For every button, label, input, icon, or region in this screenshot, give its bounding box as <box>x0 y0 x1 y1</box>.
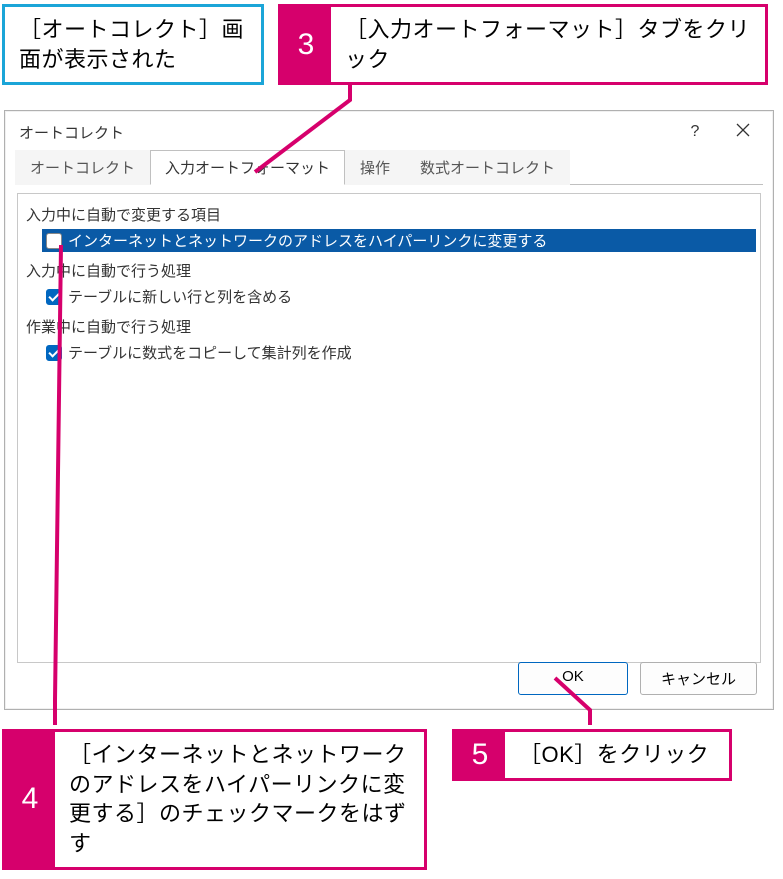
option-table-rows-label: テーブルに新しい行と列を含める <box>68 286 292 307</box>
close-icon <box>736 123 750 142</box>
callout-info: ［オートコレクト］画面が表示された <box>2 4 264 85</box>
checkbox-formulas[interactable] <box>46 345 62 361</box>
titlebar: オートコレクト ? <box>5 111 773 153</box>
callout-step-5-text: ［OK］をクリック <box>505 732 723 778</box>
callout-info-text: ［オートコレクト］画面が表示された <box>5 7 261 82</box>
ok-button[interactable]: OK <box>518 662 628 695</box>
option-hyperlink-label: インターネットとネットワークのアドレスをハイパーリンクに変更する <box>68 230 547 251</box>
autocorrect-dialog: オートコレクト ? オートコレクト 入力オートフォーマット 操作 数式オートコレ… <box>4 110 774 710</box>
option-table-rows-row[interactable]: テーブルに新しい行と列を含める <box>42 285 756 308</box>
cancel-button[interactable]: キャンセル <box>640 662 757 695</box>
dialog-title: オートコレクト <box>19 122 671 143</box>
callout-step-3-number: 3 <box>281 7 331 82</box>
options-panel: 入力中に自動で変更する項目 インターネットとネットワークのアドレスをハイパーリン… <box>17 193 761 663</box>
tab-math-autocorrect[interactable]: 数式オートコレクト <box>405 150 570 185</box>
option-hyperlink-row[interactable]: インターネットとネットワークのアドレスをハイパーリンクに変更する <box>42 229 756 252</box>
tab-actions[interactable]: 操作 <box>345 150 405 185</box>
tab-autocorrect[interactable]: オートコレクト <box>15 150 150 185</box>
callout-step-3: 3 ［入力オートフォーマット］タブをクリック <box>278 4 768 85</box>
checkbox-table-rows[interactable] <box>46 289 62 305</box>
tab-strip: オートコレクト 入力オートフォーマット 操作 数式オートコレクト <box>5 153 773 185</box>
callout-step-4-text: ［インターネットとネットワークのアドレスをハイパーリンクに変更する］のチェックマ… <box>55 732 424 867</box>
group-replace-label: 入力中に自動で変更する項目 <box>22 202 756 227</box>
callout-step-4: 4 ［インターネットとネットワークのアドレスをハイパーリンクに変更する］のチェッ… <box>2 729 427 870</box>
option-formulas-row[interactable]: テーブルに数式をコピーして集計列を作成 <box>42 341 756 364</box>
callout-step-5: 5 ［OK］をクリック <box>452 729 732 781</box>
dialog-button-row: OK キャンセル <box>518 662 757 695</box>
group-apply-label: 入力中に自動で行う処理 <box>22 258 756 283</box>
group-working-label: 作業中に自動で行う処理 <box>22 314 756 339</box>
help-button[interactable]: ? <box>671 115 719 149</box>
callout-step-5-number: 5 <box>455 732 505 778</box>
close-button[interactable] <box>719 115 767 149</box>
callout-step-3-text: ［入力オートフォーマット］タブをクリック <box>331 7 765 82</box>
callout-step-4-number: 4 <box>5 732 55 867</box>
checkbox-hyperlink[interactable] <box>46 233 62 249</box>
option-formulas-label: テーブルに数式をコピーして集計列を作成 <box>68 342 352 363</box>
tab-autoformat[interactable]: 入力オートフォーマット <box>150 150 345 185</box>
